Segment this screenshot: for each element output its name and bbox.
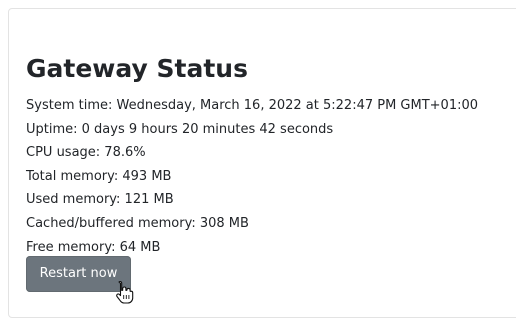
total-memory-line: Total memory: 493 MB bbox=[26, 168, 172, 184]
system-time-line: System time: Wednesday, March 16, 2022 a… bbox=[26, 98, 479, 113]
page-title: Gateway Status bbox=[26, 54, 248, 83]
status-info-list: System time: Wednesday, March 16, 2022 a… bbox=[26, 94, 478, 259]
uptime-line: Uptime: 0 days 9 hours 20 minutes 42 sec… bbox=[26, 121, 334, 137]
restart-button[interactable]: Restart now bbox=[26, 256, 131, 292]
cached-memory-line: Cached/buffered memory: 308 MB bbox=[26, 215, 249, 231]
cpu-usage-line: CPU usage: 78.6% bbox=[26, 145, 146, 161]
used-memory-line: Used memory: 121 MB bbox=[26, 192, 174, 208]
